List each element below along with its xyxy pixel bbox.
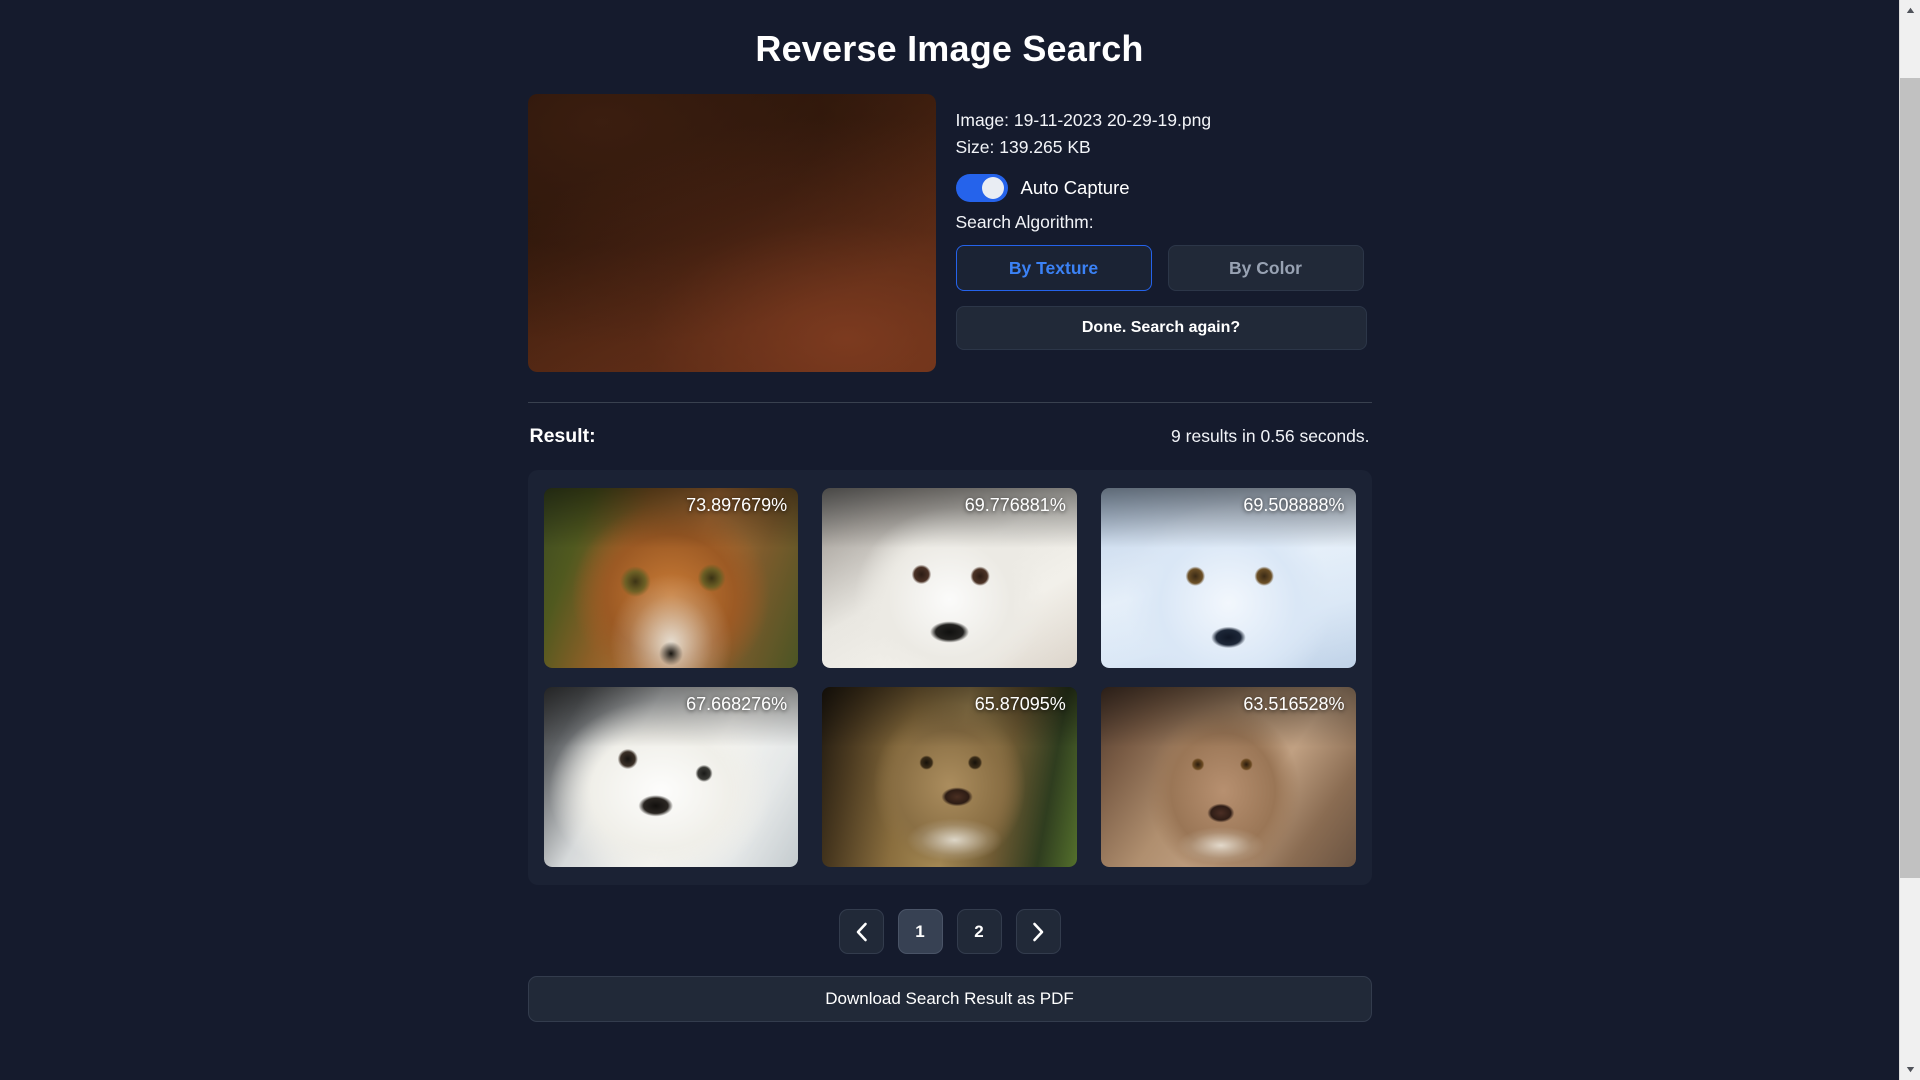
algorithm-by-color-button[interactable]: By Color	[1168, 245, 1364, 291]
result-heading: Result:	[530, 425, 596, 448]
search-again-button[interactable]: Done. Search again?	[956, 306, 1367, 350]
result-tile[interactable]: 63.516528%	[1101, 687, 1356, 867]
capture-panel: Image: 19-11-2023 20-29-19.png Size: 139…	[528, 94, 1372, 372]
match-percent-label: 63.516528%	[1243, 694, 1344, 715]
match-percent-label: 65.87095%	[975, 694, 1066, 715]
auto-capture-label: Auto Capture	[1021, 177, 1130, 199]
auto-capture-row: Auto Capture	[956, 174, 1372, 202]
result-grid-panel: 73.897679% 69.776881% 69.508888%	[528, 470, 1372, 885]
captured-image	[528, 94, 936, 372]
page-root: Reverse Image Search Image: 19-11-2023 2…	[0, 0, 1899, 1080]
download-pdf-button[interactable]: Download Search Result as PDF	[528, 976, 1372, 1022]
result-tile[interactable]: 73.897679%	[544, 488, 799, 668]
algorithm-by-texture-button[interactable]: By Texture	[956, 245, 1152, 291]
chevron-right-icon	[1032, 922, 1045, 942]
pagination-next-button[interactable]	[1016, 909, 1061, 954]
match-percent-label: 69.776881%	[965, 495, 1066, 516]
page-title: Reverse Image Search	[528, 18, 1372, 94]
result-grid: 73.897679% 69.776881% 69.508888%	[544, 488, 1356, 867]
result-header: Result: 9 results in 0.56 seconds.	[528, 403, 1372, 448]
match-percent-label: 67.668276%	[686, 694, 787, 715]
scrollbar-up-arrow-icon[interactable]	[1900, 0, 1920, 21]
result-tile[interactable]: 67.668276%	[544, 687, 799, 867]
browser-viewport: Reverse Image Search Image: 19-11-2023 2…	[0, 0, 1920, 1080]
search-algorithm-label: Search Algorithm:	[956, 212, 1372, 233]
result-tile[interactable]: 65.87095%	[822, 687, 1077, 867]
pagination-page-1-button[interactable]: 1	[898, 909, 943, 954]
image-preview[interactable]	[528, 94, 936, 372]
result-tile[interactable]: 69.776881%	[822, 488, 1077, 668]
image-size-label: Size: 139.265 KB	[956, 134, 1372, 161]
scrollbar-down-arrow-icon[interactable]	[1900, 1059, 1920, 1080]
page-scrollbar[interactable]	[1899, 0, 1920, 1080]
chevron-left-icon	[855, 922, 868, 942]
auto-capture-toggle[interactable]	[956, 174, 1008, 202]
result-count-label: 9 results in 0.56 seconds.	[1171, 426, 1369, 447]
image-info-column: Image: 19-11-2023 20-29-19.png Size: 139…	[956, 94, 1372, 350]
result-tile[interactable]: 69.508888%	[1101, 488, 1356, 668]
pagination: 1 2	[528, 909, 1372, 954]
pagination-page-2-button[interactable]: 2	[957, 909, 1002, 954]
image-name-label: Image: 19-11-2023 20-29-19.png	[956, 107, 1372, 134]
match-percent-label: 69.508888%	[1243, 495, 1344, 516]
match-percent-label: 73.897679%	[686, 495, 787, 516]
scrollbar-thumb[interactable]	[1900, 78, 1920, 878]
page-content: Reverse Image Search Image: 19-11-2023 2…	[528, 0, 1372, 1022]
algorithm-button-group: By Texture By Color	[956, 245, 1372, 291]
pagination-prev-button[interactable]	[839, 909, 884, 954]
toggle-knob	[982, 177, 1004, 199]
